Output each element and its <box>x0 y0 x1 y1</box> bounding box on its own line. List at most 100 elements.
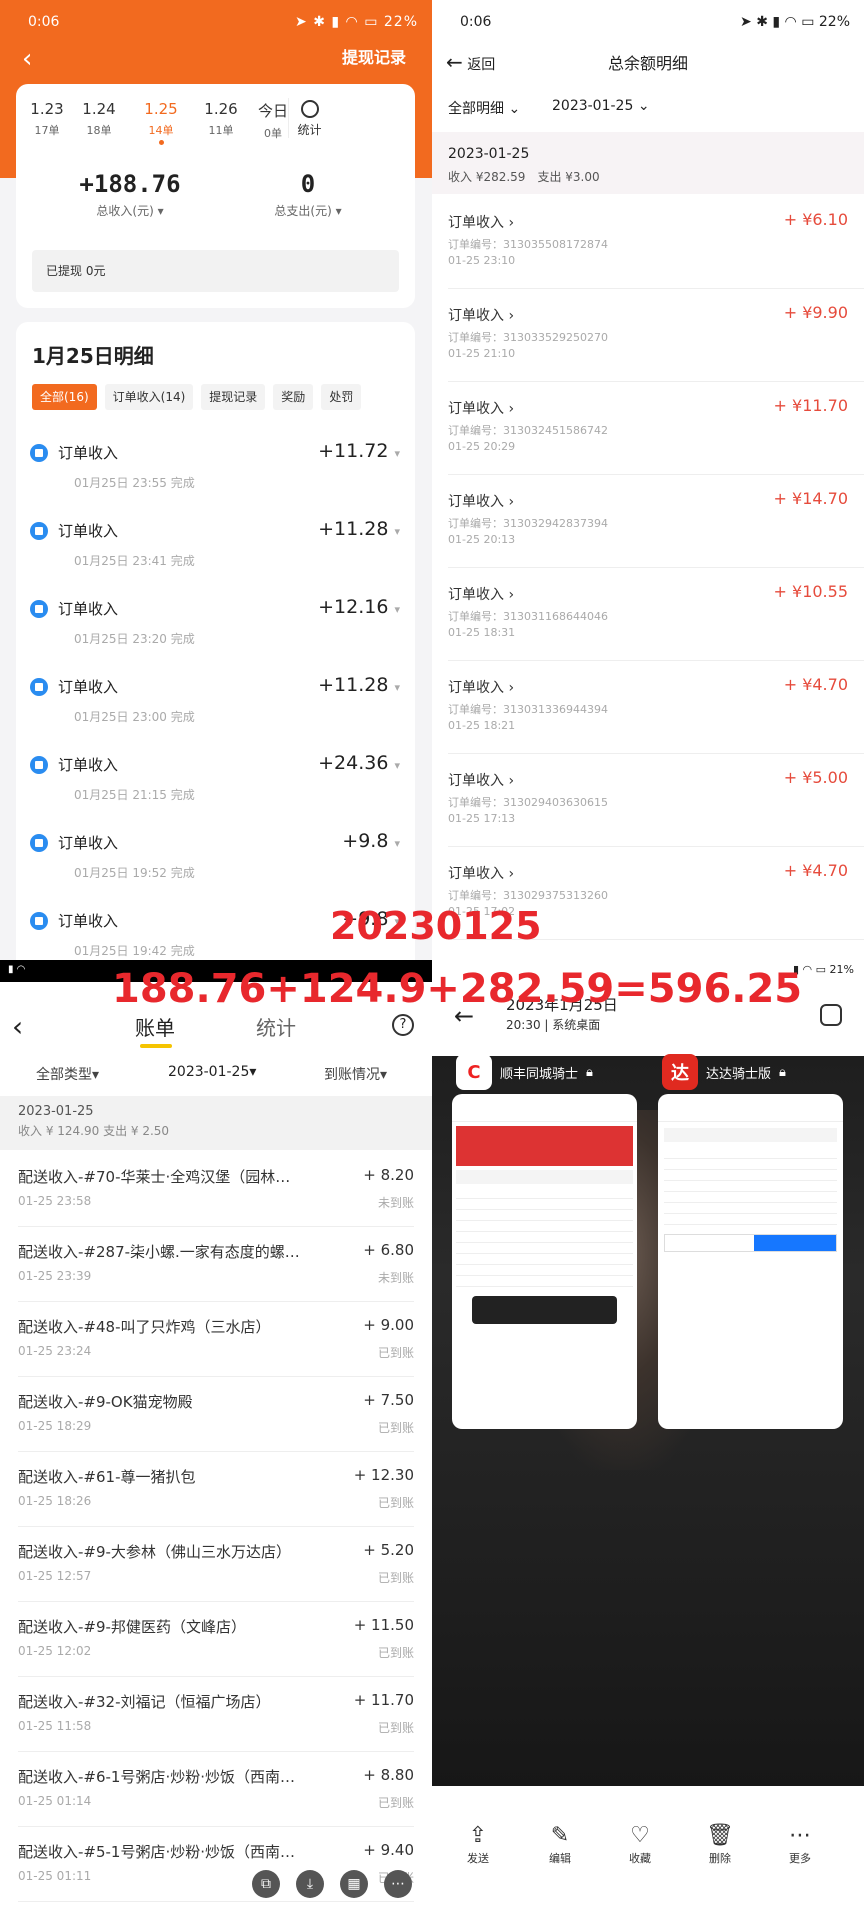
stats-button[interactable]: 统计 <box>288 98 330 138</box>
app-name: 顺丰同城骑士 <box>500 1066 579 1082</box>
app-card-dada[interactable] <box>658 1094 843 1429</box>
date-tab[interactable]: 1.26 11单 <box>196 100 246 138</box>
list-item[interactable]: 订单收入 +12.16 ▾ 01月25日 23:20 完成 <box>30 590 400 667</box>
item-name: 配送收入-#9-OK猫宠物殿 <box>18 1393 193 1411</box>
delete-button[interactable]: 🗑︎ 删除 <box>692 1822 748 1866</box>
list-item[interactable]: 配送收入-#9-OK猫宠物殿 01-25 18:29 + 7.50 已到账 <box>18 1377 414 1452</box>
item-name: 配送收入-#9-大参林（佛山三水万达店） <box>18 1543 291 1561</box>
more-button[interactable]: ⋯ 更多 <box>772 1822 828 1866</box>
back-icon[interactable]: ‹ <box>22 44 32 74</box>
list-item[interactable]: 配送收入-#61-尊一猪扒包 01-25 18:26 + 12.30 已到账 <box>18 1452 414 1527</box>
list-item[interactable]: 订单收入 +11.72 ▾ 01月25日 23:55 完成 <box>30 434 400 511</box>
list-item[interactable]: 订单收入 +9.8 ▾ 01月25日 19:52 完成 <box>30 824 400 901</box>
filter-status-dropdown[interactable]: 到账情况▾ <box>324 1064 387 1084</box>
list-item[interactable]: 配送收入-#70-华莱士·全鸡汉堡（园林… 01-25 23:58 + 8.20 未到… <box>18 1152 414 1227</box>
item-name-text: 订单收入 <box>448 680 504 696</box>
chip-penalty[interactable]: 处罚 <box>321 384 362 410</box>
filter-type-label: 全部明细 <box>448 101 504 117</box>
lens-icon[interactable] <box>820 1004 842 1026</box>
mini-header <box>658 1094 843 1122</box>
tab-bill[interactable]: 账单 <box>135 1012 175 1041</box>
list-item[interactable]: 订单收入 › 订单编号：313031336944394 01-25 18:21 + ¥… <box>448 661 864 754</box>
list-item[interactable]: 配送收入-#9-邦健医药（文峰店） 01-25 12:02 + 11.50 已到账 <box>18 1602 414 1677</box>
list-item[interactable]: 订单收入 +24.36 ▾ 01月25日 21:15 完成 <box>30 746 400 823</box>
caret-down-icon: ▾ <box>249 1064 257 1080</box>
day-totals: 收入 ¥282.59 支出 ¥3.00 <box>448 170 600 184</box>
mini-banner <box>456 1126 633 1166</box>
item-amount: +11.28 ▾ <box>318 674 400 696</box>
back-button[interactable]: ← 返回 <box>446 50 495 74</box>
item-name: 订单收入 <box>58 834 119 852</box>
item-status: 已到账 <box>377 1796 414 1810</box>
day-date: 2023-01-25 <box>448 146 530 162</box>
order-number: 订单编号：313035508172874 <box>448 238 608 251</box>
order-number: 订单编号：313032451586742 <box>448 424 608 437</box>
chip-reward[interactable]: 奖励 <box>273 384 314 410</box>
item-amount: +24.36 ▾ <box>318 752 400 774</box>
list-item[interactable]: 订单收入 › 订单编号：313029403630615 01-25 17:13 + ¥… <box>448 754 864 847</box>
item-amount: + 7.50 <box>363 1391 414 1409</box>
order-icon <box>30 756 48 774</box>
more-icon[interactable]: ⋯ <box>384 1870 412 1898</box>
mini-bar <box>456 1170 633 1184</box>
income-label[interactable]: 总收入(元) ▾ <box>50 202 210 219</box>
item-time: 01-25 23:24 <box>18 1344 92 1358</box>
tab-stats[interactable]: 统计 <box>256 1012 296 1041</box>
item-amount: + ¥5.00 <box>783 768 848 787</box>
battery-text: 22% <box>818 14 850 30</box>
filter-date-dropdown[interactable]: 2023-01-25▾ <box>168 1064 256 1080</box>
filter-date-dropdown[interactable]: 2023-01-25 ⌄ <box>552 98 650 114</box>
item-name: 订单收入 › <box>448 215 515 231</box>
favorite-button[interactable]: ♡ 收藏 <box>612 1822 668 1866</box>
date-tab[interactable]: 1.23 17单 <box>22 100 72 138</box>
floating-window-icon[interactable]: ⧉ <box>252 1870 280 1898</box>
status-icons: ▮ ◠ ▭ 21% <box>793 963 854 976</box>
order-icon <box>30 834 48 852</box>
heart-icon: ♡ <box>630 1823 650 1848</box>
filter-type-dropdown[interactable]: 全部明细 ⌄ <box>448 98 520 118</box>
list-item[interactable]: 配送收入-#48-叫了只炸鸡（三水店） 01-25 23:24 + 9.00 已到账 <box>18 1302 414 1377</box>
chip-order-income[interactable]: 订单收入(14) <box>104 384 194 410</box>
date-tab-active[interactable]: 1.25 14单 <box>136 100 186 145</box>
item-status: 已到账 <box>377 1346 414 1360</box>
list-item[interactable]: 订单收入 +11.28 ▾ 01月25日 23:00 完成 <box>30 668 400 745</box>
item-name: 订单收入 › <box>448 308 515 324</box>
status-bar: 0:06 ➤ ✱ ▮ ◠ ▭ 22% <box>432 0 864 46</box>
chip-all[interactable]: 全部(16) <box>32 384 97 410</box>
expense-label[interactable]: 总支出(元) ▾ <box>228 202 388 219</box>
list-item[interactable]: 订单收入 › 订单编号：313035508172874 01-25 23:10 + ¥… <box>448 196 864 289</box>
app-label-dada[interactable]: 达达达骑士版 🔒︎ <box>662 1054 786 1090</box>
download-icon[interactable]: ⤓ <box>296 1870 324 1898</box>
list-item[interactable]: 订单收入 › 订单编号：313032942837394 01-25 20:13 + ¥… <box>448 475 864 568</box>
item-amount: + 9.00 <box>363 1316 414 1334</box>
order-icon <box>30 600 48 618</box>
share-button[interactable]: ⇪ 发送 <box>450 1822 506 1866</box>
date-tab[interactable]: 1.24 18单 <box>74 100 124 138</box>
mini-content <box>456 1188 633 1288</box>
grid-icon[interactable]: ▦ <box>340 1870 368 1898</box>
app-card-sf[interactable] <box>452 1094 637 1429</box>
list-item[interactable]: 订单收入 › 订单编号：313031168644046 01-25 18:31 + ¥… <box>448 568 864 661</box>
list-item[interactable]: 配送收入-#32-刘福记（恒福广场店） 01-25 11:58 + 11.70 已到账 <box>18 1677 414 1752</box>
list-item[interactable]: 配送收入-#9-大参林（佛山三水万达店） 01-25 12:57 + 5.20 已到账 <box>18 1527 414 1602</box>
chip-withdraw[interactable]: 提现记录 <box>201 384 266 410</box>
app-label-sf[interactable]: C 顺丰同城骑士 🔒︎ <box>456 1054 593 1090</box>
withdraw-records-link[interactable]: 提现记录 <box>342 44 406 68</box>
back-icon[interactable]: ‹ <box>12 1010 23 1043</box>
edit-button[interactable]: ✎ 编辑 <box>532 1822 588 1866</box>
lock-icon: 🔒︎ <box>586 1064 593 1080</box>
item-name: 订单收入 <box>58 444 119 462</box>
order-count: 18单 <box>86 124 112 137</box>
item-name: 配送收入-#5-1号粥店·炒粉·炒饭（西南… <box>18 1843 296 1861</box>
order-number: 订单编号：313031168644046 <box>448 610 608 623</box>
list-item[interactable]: 配送收入-#6-1号粥店·炒粉·炒饭（西南… 01-25 01:14 + 8.80 已… <box>18 1752 414 1827</box>
help-icon[interactable]: ? <box>392 1014 414 1036</box>
order-number: 订单编号：313032942837394 <box>448 517 608 530</box>
list-item[interactable]: 订单收入 › 订单编号：313032451586742 01-25 20:29 + ¥… <box>448 382 864 475</box>
filter-type-dropdown[interactable]: 全部类型▾ <box>36 1064 99 1084</box>
list-item[interactable]: 订单收入 +11.28 ▾ 01月25日 23:41 完成 <box>30 512 400 589</box>
list-item[interactable]: 订单收入 › 订单编号：313033529250270 01-25 21:10 + ¥… <box>448 289 864 382</box>
order-count: 14单 <box>148 124 174 137</box>
list-item[interactable]: 配送收入-#287-柒小螺.一家有态度的螺… 01-25 23:39 + 6.80 未… <box>18 1227 414 1302</box>
chevron-down-icon: ⌄ <box>508 101 521 117</box>
